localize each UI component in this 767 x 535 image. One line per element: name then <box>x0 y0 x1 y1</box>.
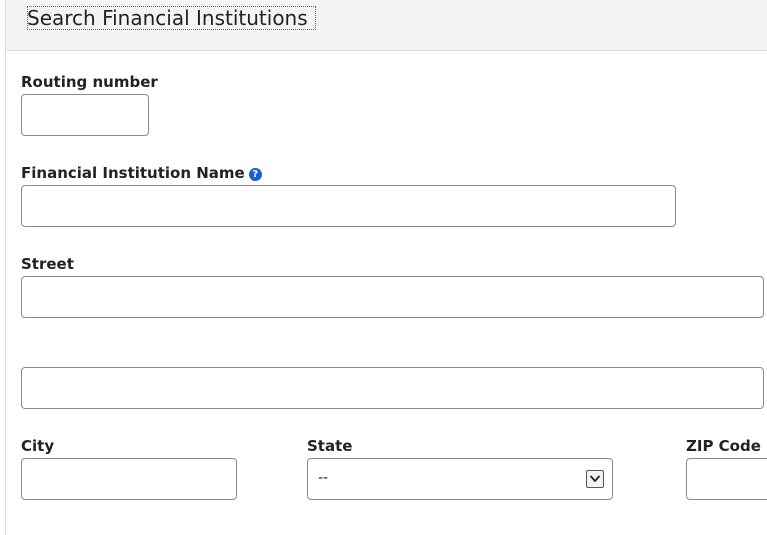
institution-name-label-row: Financial Institution Name? <box>21 164 262 182</box>
city-label: City <box>21 437 55 455</box>
institution-name-input[interactable] <box>21 185 676 227</box>
state-selected-value: -- <box>318 470 329 486</box>
city-input[interactable] <box>21 458 237 500</box>
institution-name-label: Financial Institution Name <box>21 164 245 182</box>
street-line1-input[interactable] <box>21 276 764 318</box>
chevron-down-icon[interactable] <box>586 470 604 488</box>
left-divider <box>5 0 6 535</box>
section-title[interactable]: Search Financial Institutions <box>27 6 316 30</box>
section-header: Search Financial Institutions <box>6 0 767 51</box>
street-label: Street <box>21 255 74 273</box>
street-line2-input[interactable] <box>21 367 764 409</box>
state-select[interactable]: -- <box>307 458 613 500</box>
routing-number-label: Routing number <box>21 73 158 91</box>
question-circle-icon[interactable]: ? <box>248 168 262 181</box>
state-label: State <box>307 437 353 455</box>
zip-code-label: ZIP Code <box>686 437 761 455</box>
routing-number-input[interactable] <box>21 94 149 136</box>
zip-code-input[interactable] <box>686 458 767 500</box>
search-financial-institutions-page: Search Financial Institutions Routing nu… <box>0 0 767 535</box>
